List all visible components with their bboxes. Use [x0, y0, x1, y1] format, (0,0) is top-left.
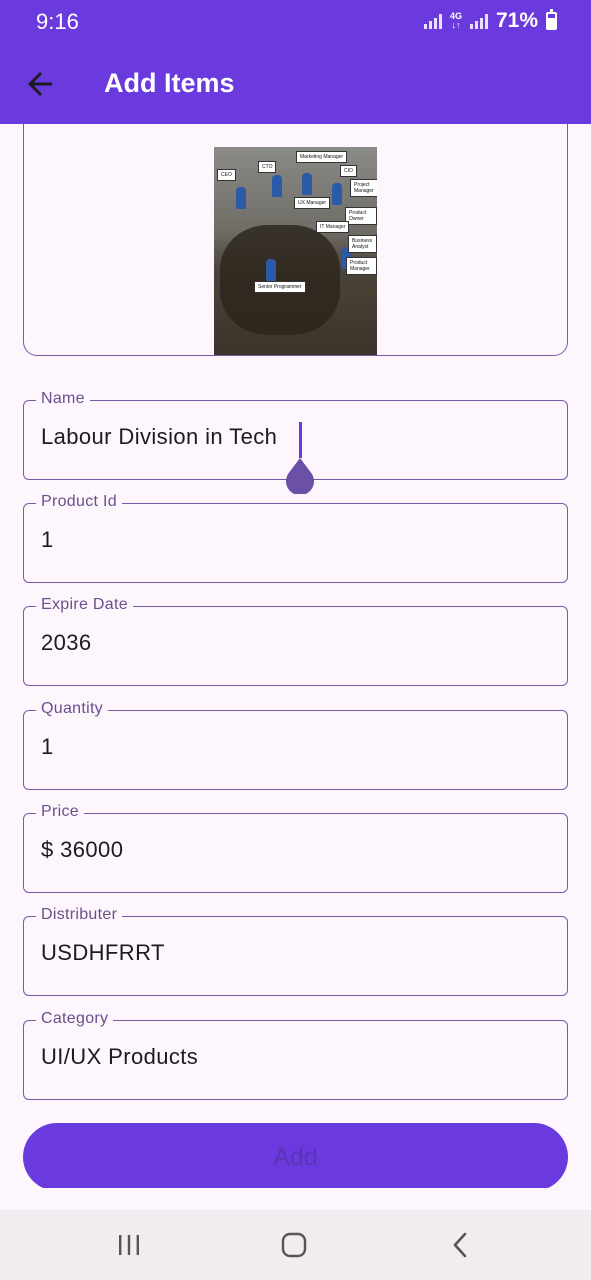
image-label: IT Manager — [316, 221, 350, 233]
expire-date-field[interactable]: Expire Date 2036 — [23, 596, 568, 686]
back-button[interactable] — [22, 66, 58, 102]
image-pit — [220, 225, 340, 335]
add-button-label: Add — [273, 1143, 318, 1171]
image-worker — [272, 175, 282, 197]
image-label: UX Manager — [294, 197, 331, 209]
image-label: Business Analyst — [348, 235, 377, 253]
expire-date-value[interactable]: 2036 — [41, 630, 92, 656]
image-label: CEO — [217, 169, 236, 181]
price-value[interactable]: $ 36000 — [41, 837, 123, 863]
quantity-field[interactable]: Quantity 1 — [23, 700, 568, 790]
product-id-value[interactable]: 1 — [41, 527, 54, 553]
back-icon — [453, 1232, 467, 1258]
image-label: Senior Programmer — [254, 281, 306, 293]
quantity-label: Quantity — [36, 700, 108, 718]
recent-apps-button[interactable] — [109, 1228, 149, 1262]
battery-icon — [546, 9, 557, 30]
product-id-label: Product Id — [36, 493, 122, 511]
image-worker — [266, 259, 276, 281]
category-field[interactable]: Category UI/UX Products — [23, 1010, 568, 1100]
page-title: Add Items — [104, 68, 235, 98]
image-label: Product Owner — [345, 207, 377, 225]
image-worker — [236, 187, 246, 209]
cursor-handle[interactable] — [284, 458, 316, 494]
status-icons: 4G ↓↑ 71% — [423, 9, 557, 33]
status-time: 9:16 — [36, 9, 79, 34]
recent-apps-icon — [119, 1235, 139, 1255]
expire-date-label: Expire Date — [36, 596, 133, 614]
system-back-button[interactable] — [440, 1228, 480, 1262]
bottom-spacer — [0, 1188, 591, 1210]
product-image[interactable]: CEO CTO Marketing Manager CIO Project Ma… — [214, 147, 377, 355]
category-label: Category — [36, 1010, 114, 1028]
image-worker — [332, 183, 342, 205]
signal-icon — [423, 13, 442, 29]
image-label: Product Manager — [346, 257, 377, 275]
image-worker — [302, 173, 312, 195]
quantity-value[interactable]: 1 — [41, 734, 54, 760]
image-label: Project Manager — [350, 179, 377, 197]
price-label: Price — [36, 803, 84, 821]
image-label: CTO — [258, 161, 277, 173]
home-button[interactable] — [274, 1228, 314, 1262]
battery-percent: 71% — [495, 9, 538, 32]
app-bar: 9:16 4G ↓↑ 71% Add Items — [0, 0, 591, 124]
image-label: CIO — [340, 165, 357, 177]
signal-icon-2 — [469, 13, 488, 29]
name-label: Name — [36, 390, 90, 408]
arrow-back-icon — [28, 72, 52, 96]
distributer-field[interactable]: Distributer USDHFRRT — [23, 906, 568, 996]
network-type: 4G ↓↑ — [449, 11, 462, 30]
price-field[interactable]: Price $ 36000 — [23, 803, 568, 893]
product-id-field[interactable]: Product Id 1 — [23, 493, 568, 583]
text-cursor — [299, 422, 302, 458]
distributer-value[interactable]: USDHFRRT — [41, 940, 165, 966]
image-label: Marketing Manager — [296, 151, 348, 163]
name-value[interactable]: Labour Division in Tech — [41, 424, 277, 450]
system-nav-bar — [0, 1210, 591, 1280]
distributer-label: Distributer — [36, 906, 123, 924]
add-button[interactable]: Add — [23, 1123, 568, 1191]
category-value[interactable]: UI/UX Products — [41, 1044, 198, 1070]
home-icon — [281, 1232, 307, 1258]
